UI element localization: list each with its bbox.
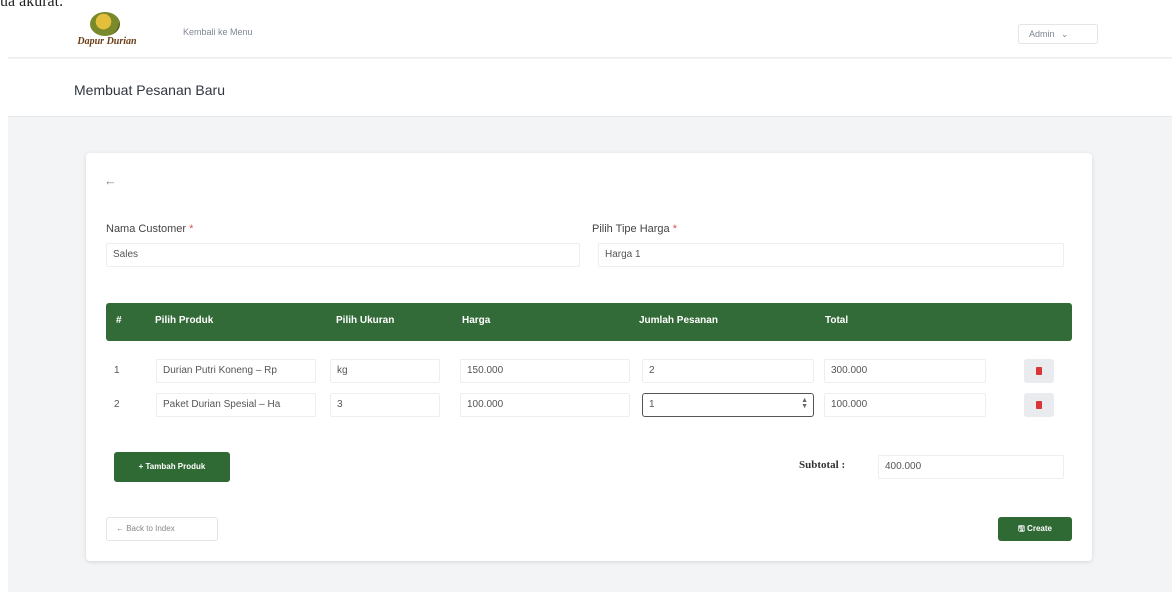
stepper-arrows-icon[interactable]: ▲ ▼ (801, 397, 808, 410)
user-menu-label: Admin (1029, 29, 1055, 39)
trash-icon (1036, 367, 1042, 375)
price-input[interactable]: 100.000 (460, 393, 630, 417)
price-input[interactable]: 150.000 (460, 359, 630, 383)
back-to-menu-link[interactable]: Kembali ke Menu (183, 27, 253, 37)
delete-row-button[interactable] (1024, 393, 1054, 417)
customer-label-text: Nama Customer (106, 223, 187, 235)
customer-label: Nama Customer * (106, 223, 193, 235)
chevron-down-icon: ⌄ (1061, 29, 1069, 39)
top-navbar: Dapur Durian Kembali ke Menu Admin ⌄ (8, 8, 1172, 58)
total-input: 300.000 (824, 359, 986, 383)
durian-logo-icon (90, 12, 120, 36)
page-title: Membuat Pesanan Baru (74, 82, 225, 98)
col-header-product: Pilih Produk (155, 315, 214, 326)
required-mark: * (672, 223, 677, 235)
back-to-index-button[interactable]: ← Back to Index (106, 517, 218, 541)
page-header: Membuat Pesanan Baru (8, 59, 1172, 117)
customer-input[interactable]: Sales (106, 243, 580, 267)
product-select[interactable]: Paket Durian Spesial – Ha (156, 393, 316, 417)
col-header-price: Harga (462, 315, 491, 326)
col-header-size: Pilih Ukuran (336, 315, 395, 326)
add-product-button[interactable]: + Tambah Produk (114, 452, 230, 482)
size-select[interactable]: kg (330, 359, 440, 383)
user-menu-dropdown[interactable]: Admin ⌄ (1018, 24, 1098, 44)
order-form-card: ← Nama Customer * Sales Pilih Tipe Harga… (86, 153, 1092, 561)
quantity-input[interactable]: 2 (642, 359, 814, 383)
quantity-stepper[interactable]: 1 ▲ ▼ (642, 393, 814, 417)
row-number: 2 (114, 399, 120, 410)
back-arrow-icon[interactable]: ← (104, 173, 117, 188)
col-header-quantity: Jumlah Pesanan (639, 315, 718, 326)
create-button[interactable]: 🖫 Create (998, 517, 1072, 541)
required-mark: * (189, 223, 194, 235)
logo-text: Dapur Durian (77, 36, 137, 47)
total-input: 100.000 (824, 393, 986, 417)
product-select[interactable]: Durian Putri Koneng – Rp (156, 359, 316, 383)
col-header-number: # (116, 315, 122, 326)
price-type-select[interactable]: Harga 1 (598, 243, 1064, 267)
size-select[interactable]: 3 (330, 393, 440, 417)
subtotal-label: Subtotal : (799, 459, 846, 471)
trash-icon (1036, 401, 1042, 409)
row-number: 1 (114, 365, 120, 376)
price-type-label-text: Pilih Tipe Harga (592, 223, 670, 235)
subtotal-input: 400.000 (878, 455, 1064, 479)
logo[interactable]: Dapur Durian (76, 12, 138, 54)
col-header-total: Total (825, 315, 849, 326)
app-window: Dapur Durian Kembali ke Menu Admin ⌄ Mem… (8, 8, 1172, 592)
price-type-label: Pilih Tipe Harga * (592, 223, 677, 235)
delete-row-button[interactable] (1024, 359, 1054, 383)
quantity-value: 1 (649, 399, 655, 410)
product-table-header: # Pilih Produk Pilih Ukuran Harga Jumlah… (106, 303, 1072, 341)
